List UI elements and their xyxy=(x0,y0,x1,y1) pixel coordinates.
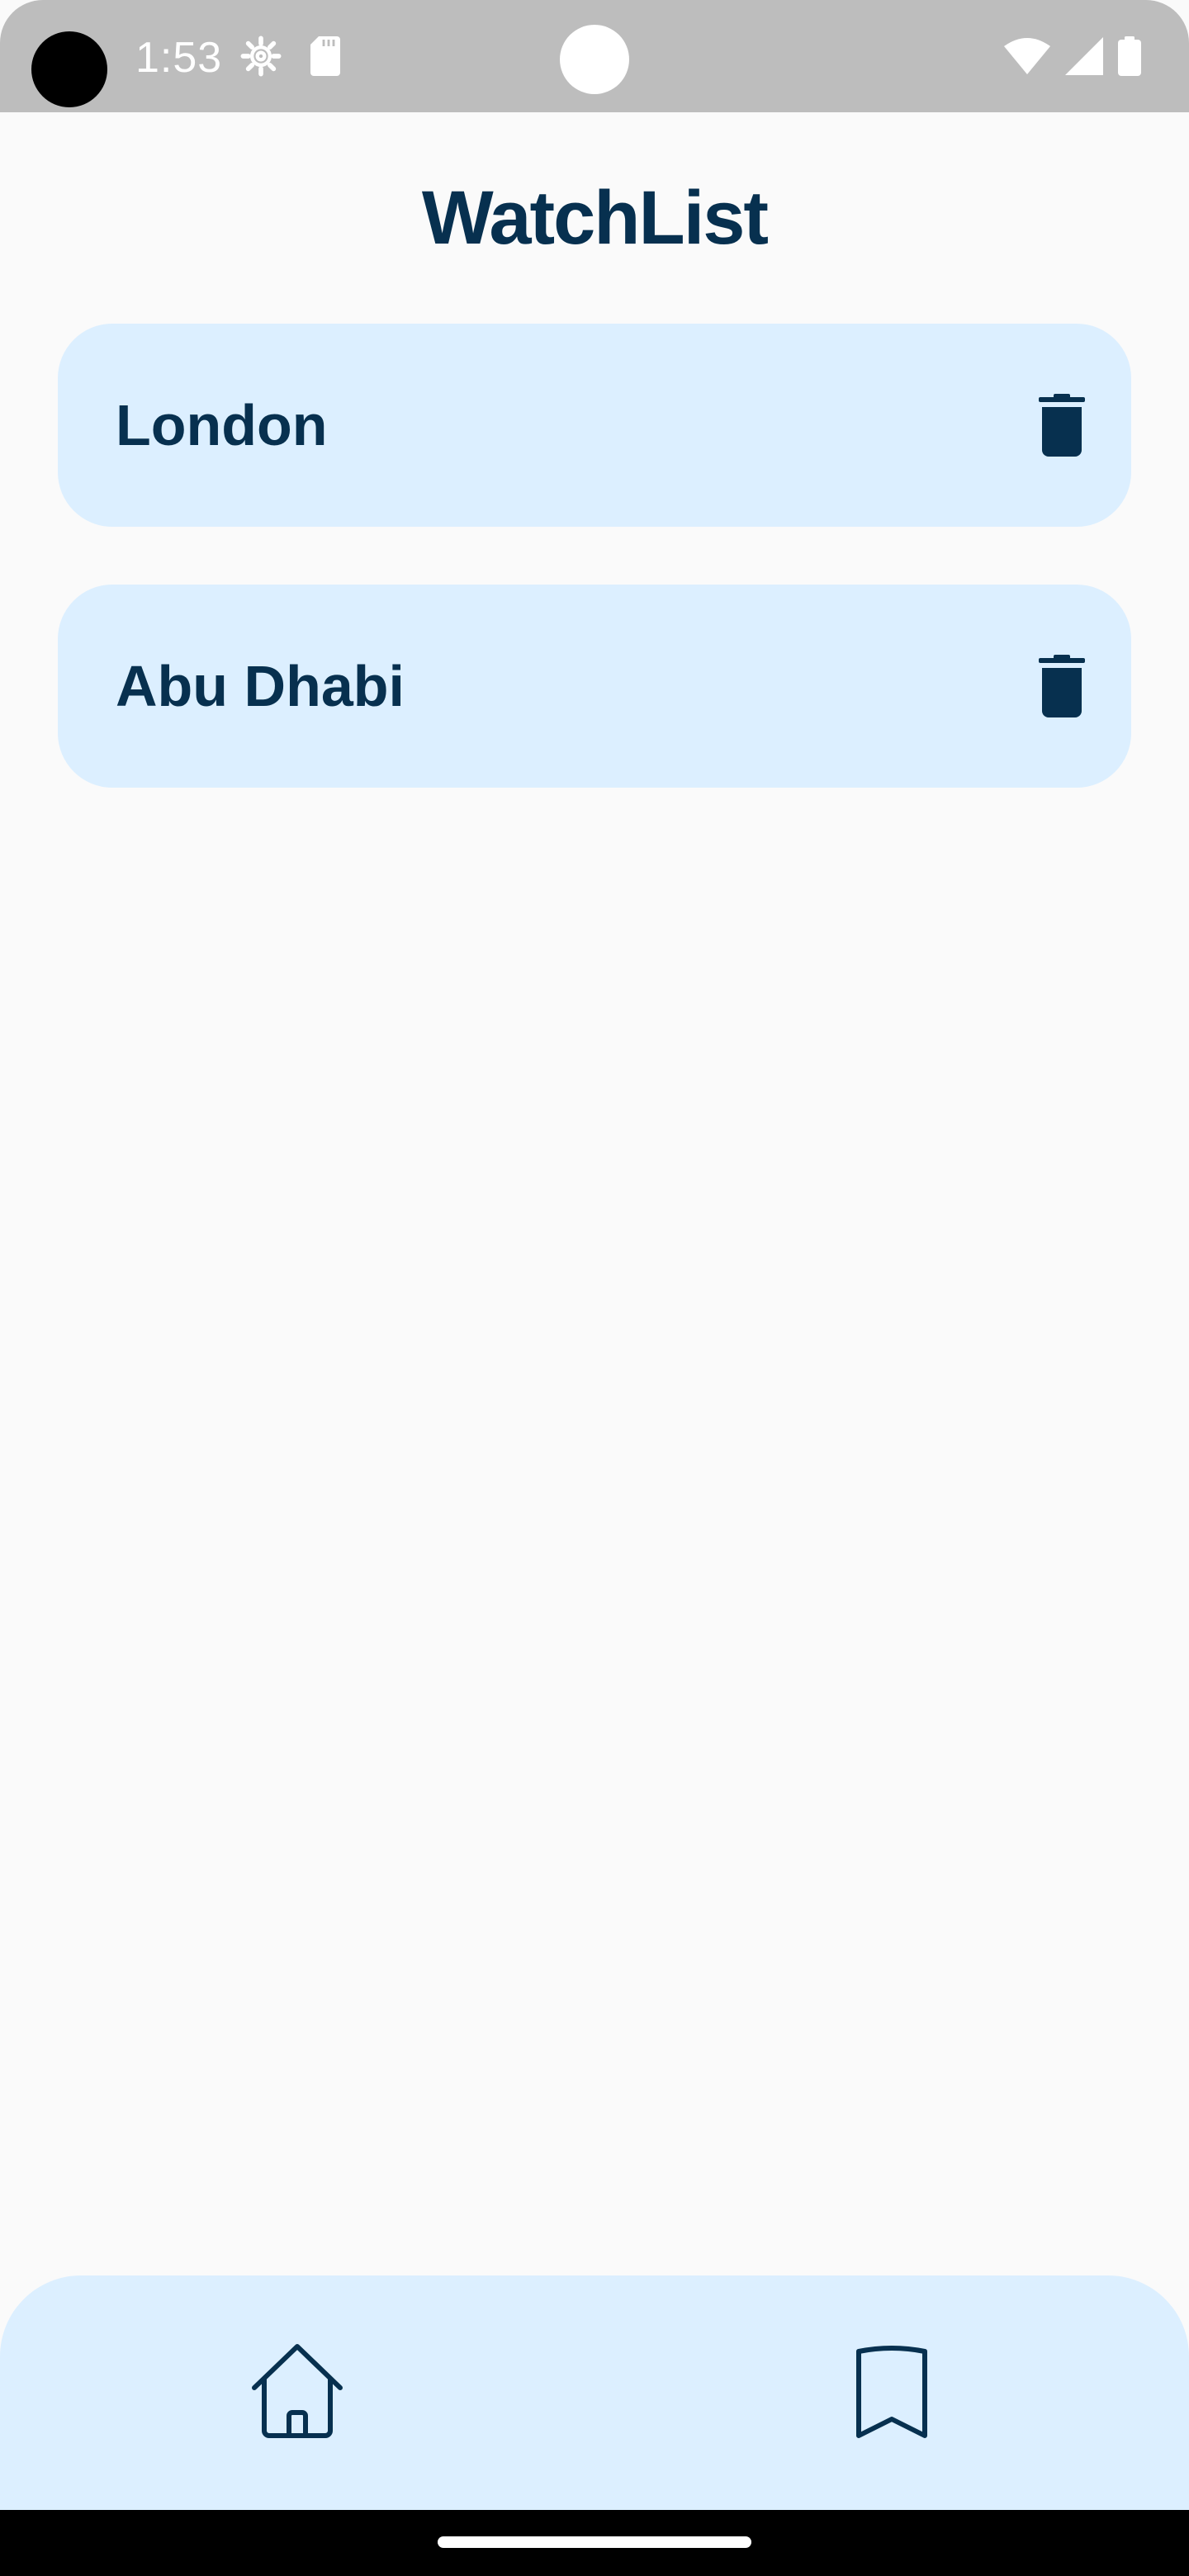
watchlist-item[interactable]: Abu Dhabi xyxy=(58,585,1131,788)
wifi-icon xyxy=(1004,38,1050,74)
bottom-navigation xyxy=(0,2275,1189,2510)
status-time: 1:53 xyxy=(135,34,223,82)
front-camera-indicator xyxy=(560,25,629,94)
watchlist: London Abu Dhabi xyxy=(58,324,1131,845)
status-icons-group xyxy=(1004,35,1141,78)
page-title: WatchList xyxy=(421,176,769,260)
cellular-signal-icon xyxy=(1065,37,1103,75)
system-gesture-bar xyxy=(0,2510,1189,2576)
camera-cutout xyxy=(31,31,107,107)
status-bar: 1:53 xyxy=(0,0,1189,112)
watchlist-item[interactable]: London xyxy=(58,324,1131,527)
trash-icon[interactable] xyxy=(1039,393,1085,457)
home-icon[interactable] xyxy=(239,2333,355,2449)
settings-gear-icon xyxy=(240,36,282,77)
watchlist-item-label: London xyxy=(116,393,328,457)
watchlist-item-label: Abu Dhabi xyxy=(116,654,405,718)
home-gesture-handle[interactable] xyxy=(438,2536,751,2548)
bookmark-icon[interactable] xyxy=(834,2333,950,2449)
battery-icon xyxy=(1118,36,1141,76)
sd-card-icon xyxy=(310,36,340,76)
trash-icon[interactable] xyxy=(1039,654,1085,718)
